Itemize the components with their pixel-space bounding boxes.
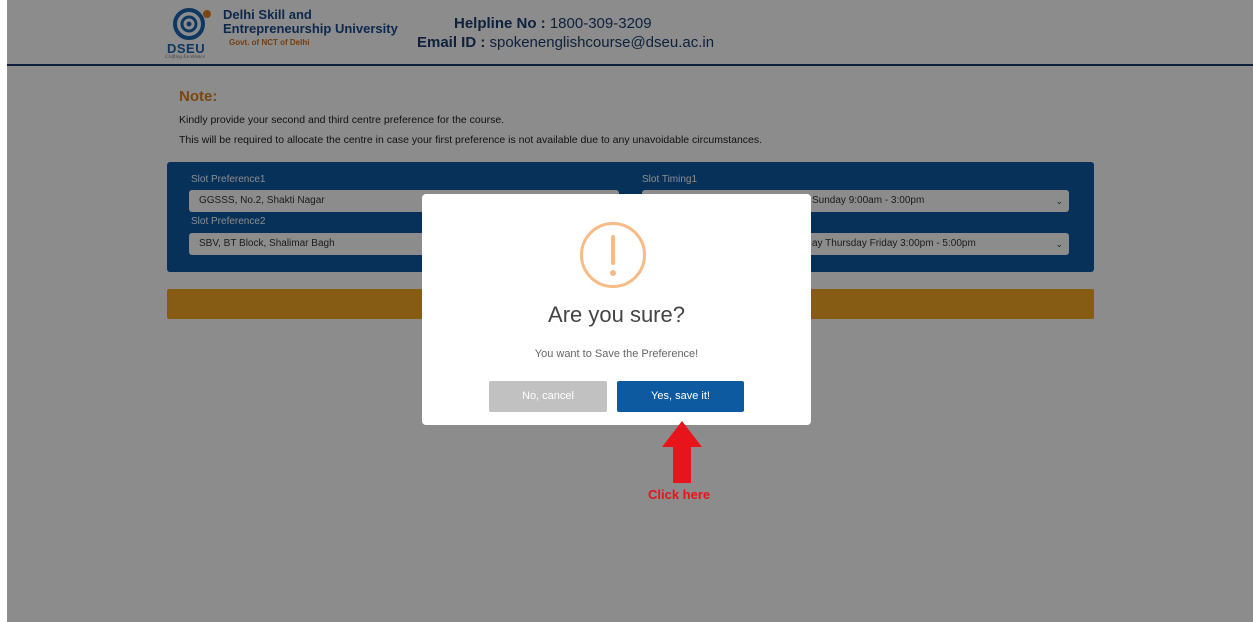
cancel-button[interactable]: No, cancel (489, 381, 607, 412)
arrow-up-icon (662, 421, 702, 483)
confirm-save-button[interactable]: Yes, save it! (617, 381, 744, 412)
click-here-annotation: Click here (648, 487, 711, 502)
dialog-message: You want to Save the Preference! (534, 348, 699, 360)
confirm-dialog: Are you sure? You want to Save the Prefe… (422, 194, 811, 425)
page: DSEU Crafting Excellence Delhi Skill and… (7, 0, 1253, 622)
warning-icon (580, 222, 646, 288)
dialog-title: Are you sure? (548, 302, 685, 327)
